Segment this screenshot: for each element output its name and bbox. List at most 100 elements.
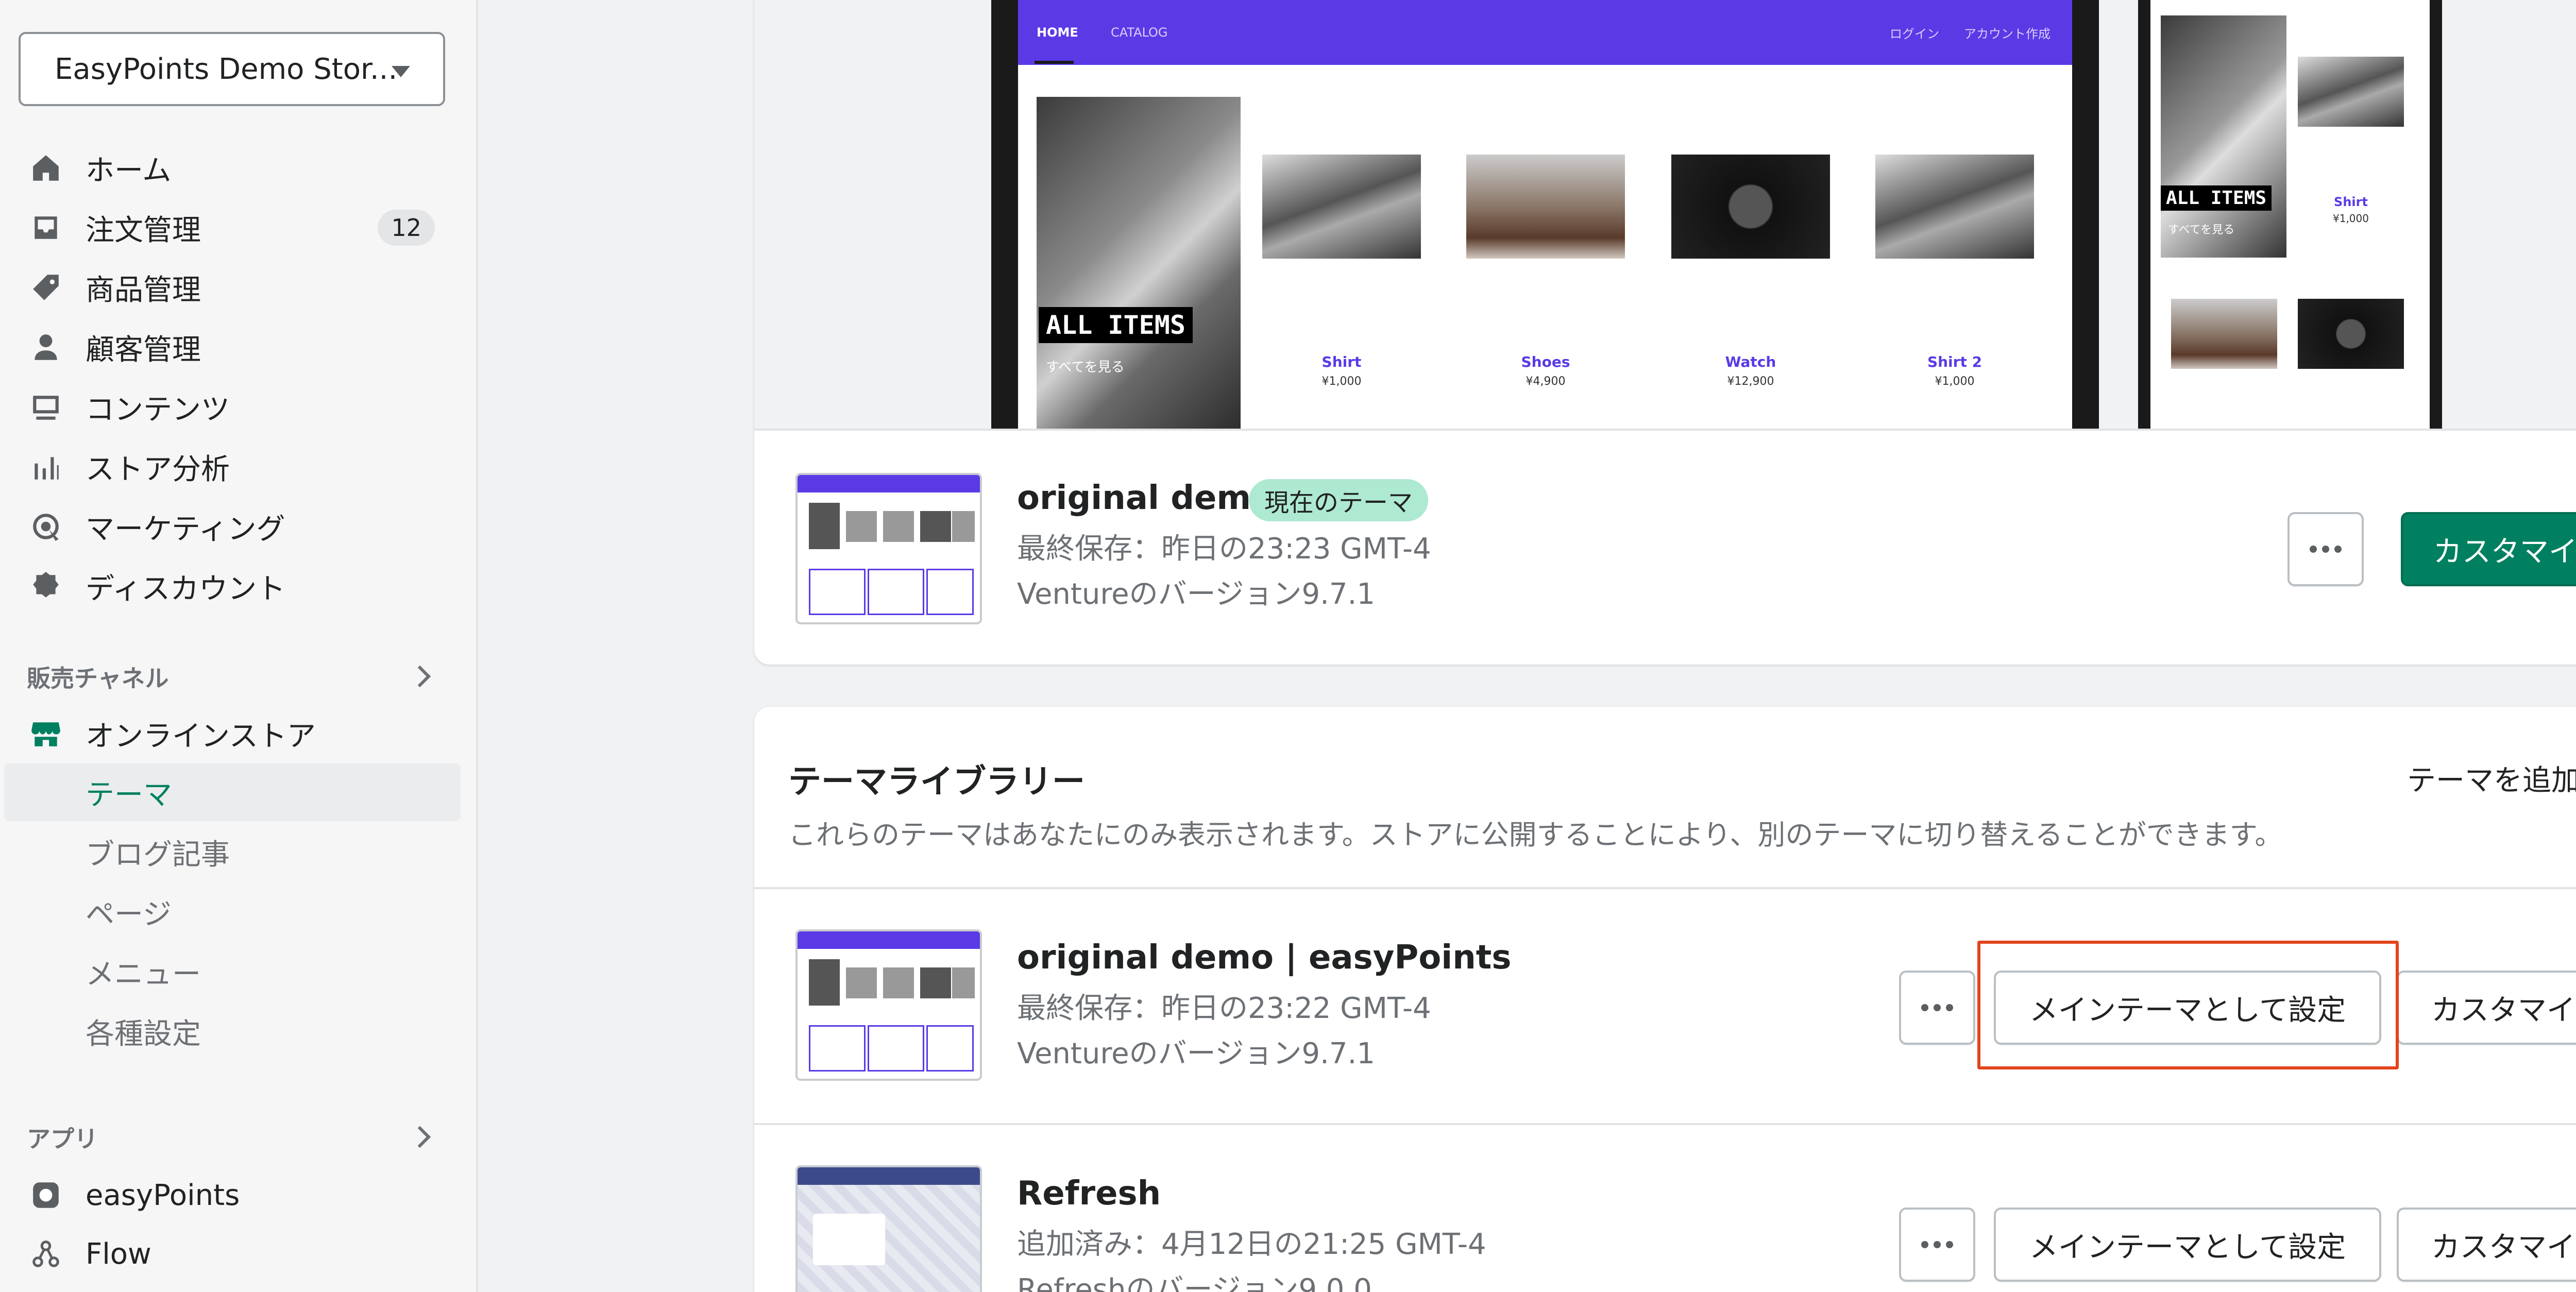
mobile-product-image xyxy=(2171,299,2277,369)
nav-label: コンテンツ xyxy=(86,393,230,427)
nav-item-analytics[interactable]: ストア分析 xyxy=(28,441,450,492)
app-label: Flow xyxy=(86,1237,151,1271)
add-theme-button[interactable]: テーマを追加 xyxy=(2407,757,2576,799)
nav-underline xyxy=(1035,61,1074,64)
mobile-preview: ALL ITEMS すべてを見る Shirt ¥1,000 xyxy=(2150,0,2430,429)
store-icon xyxy=(28,716,64,752)
product-image xyxy=(1875,155,2034,259)
divider xyxy=(754,887,2576,889)
theme-version: Refreshのバージョン9.0.0 xyxy=(1017,1273,1372,1292)
marketing-icon xyxy=(28,508,64,545)
content-icon xyxy=(28,389,64,425)
caret-down-icon xyxy=(392,66,410,77)
publish-button[interactable]: メインテーマとして設定 xyxy=(1994,1208,2381,1282)
sub-item-preferences[interactable]: 各種設定 xyxy=(86,1006,201,1057)
product-image xyxy=(1671,155,1830,259)
nav-label: ディスカウント xyxy=(86,572,286,606)
highlight-box xyxy=(1977,941,2399,1069)
product-price: ¥1,000 xyxy=(1321,375,1362,388)
product-name: Shoes xyxy=(1521,353,1570,370)
preview-nav-catalog: CATALOG xyxy=(1111,25,1168,40)
divider xyxy=(754,1123,2576,1125)
sidebar: EasyPoints Demo Stor... ホーム 注文管理 12 商品管理… xyxy=(0,0,478,1292)
sub-item-pages[interactable]: ページ xyxy=(86,886,172,938)
app-item-flow[interactable]: Flow xyxy=(28,1228,450,1280)
divider xyxy=(754,429,2576,431)
theme-thumbnail xyxy=(795,1165,982,1292)
more-horizontal-icon xyxy=(1921,1241,1953,1248)
nav-label: ストア分析 xyxy=(86,452,230,486)
more-actions-button[interactable] xyxy=(2287,512,2364,586)
product-image xyxy=(1466,155,1625,259)
mobile-hero-label: ALL ITEMS xyxy=(2161,185,2272,211)
discount-icon xyxy=(28,568,64,604)
nav-item-customers[interactable]: 顧客管理 xyxy=(28,321,450,373)
theme-last-saved: 最終保存：昨日の23:22 GMT-4 xyxy=(1017,992,1431,1025)
nav-label: 顧客管理 xyxy=(86,333,201,367)
product-price: ¥12,900 xyxy=(1727,375,1774,388)
customize-button[interactable]: カスタマイズ xyxy=(2397,1208,2576,1282)
more-horizontal-icon xyxy=(2310,546,2342,553)
inbox-icon xyxy=(28,210,64,246)
more-actions-button[interactable] xyxy=(1899,971,1975,1045)
mobile-product-image xyxy=(2298,57,2404,127)
preview-nav: HOME CATALOG ログイン アカウント作成 xyxy=(1018,0,2072,65)
apps-heading: アプリ xyxy=(27,1125,98,1153)
bar-chart-icon xyxy=(28,449,64,485)
store-name: EasyPoints Demo Stor... xyxy=(55,52,398,86)
tag-icon xyxy=(28,269,64,305)
library-title: テーマライブラリー xyxy=(788,763,1085,801)
nav-item-discounts[interactable]: ディスカウント xyxy=(28,560,450,612)
product-name: Shirt 2 xyxy=(1927,353,1982,370)
library-description: これらのテーマはあなたにのみ表示されます。ストアに公開することにより、別のテーマ… xyxy=(788,819,2283,851)
person-icon xyxy=(28,329,64,365)
orders-count-badge: 12 xyxy=(378,210,435,246)
theme-version: Ventureのバージョン9.7.1 xyxy=(1017,577,1375,611)
mobile-product-price: ¥1,000 xyxy=(2333,212,2369,225)
theme-version: Ventureのバージョン9.7.1 xyxy=(1017,1037,1375,1070)
customize-button[interactable]: カスタマイズ xyxy=(2401,512,2576,586)
mobile-hero-image: ALL ITEMS すべてを見る xyxy=(2161,15,2286,258)
product-image xyxy=(1262,155,1421,259)
nav-item-marketing[interactable]: マーケティング xyxy=(28,501,450,552)
customize-button[interactable]: カスタマイズ xyxy=(2397,971,2576,1045)
mobile-product-name: Shirt xyxy=(2334,195,2368,209)
sub-item-menus[interactable]: メニュー xyxy=(86,946,201,997)
chevron-right-icon[interactable] xyxy=(409,665,431,688)
app-item-easypoints[interactable]: easyPoints xyxy=(28,1169,450,1221)
add-theme-label: テーマを追加 xyxy=(2407,764,2576,797)
preview-nav-home: HOME xyxy=(1037,25,1078,40)
current-theme-card: HOME CATALOG ログイン アカウント作成 ALL ITEMS すべてを… xyxy=(754,0,2576,665)
nav-item-home[interactable]: ホーム xyxy=(28,142,450,194)
theme-preview-area: HOME CATALOG ログイン アカウント作成 ALL ITEMS すべてを… xyxy=(754,0,2576,429)
more-actions-button[interactable] xyxy=(1899,1208,1975,1282)
nav-item-products[interactable]: 商品管理 xyxy=(28,262,450,313)
product-name: Shirt xyxy=(1321,353,1362,370)
nav-label: ホーム xyxy=(86,154,172,188)
preview-nav-register: アカウント作成 xyxy=(1964,26,2050,41)
store-selector[interactable]: EasyPoints Demo Stor... xyxy=(19,32,445,106)
product-name: Watch xyxy=(1725,353,1776,370)
theme-added-date: 追加済み：4月12日の21:25 GMT-4 xyxy=(1017,1228,1486,1261)
desktop-preview: HOME CATALOG ログイン アカウント作成 ALL ITEMS すべてを… xyxy=(1018,0,2072,429)
mobile-hero-sub: すべてを見る xyxy=(2168,224,2235,236)
sub-item-blog-posts[interactable]: ブログ記事 xyxy=(86,826,230,878)
easypoints-icon xyxy=(28,1177,64,1213)
hero-sub: すべてを見る xyxy=(1046,360,1125,375)
preview-nav-login: ログイン xyxy=(1890,26,1939,41)
nav-label: 注文管理 xyxy=(86,213,201,247)
nav-item-content[interactable]: コンテンツ xyxy=(28,381,450,433)
nav-item-orders[interactable]: 注文管理 12 xyxy=(28,202,450,253)
theme-thumbnail xyxy=(795,473,982,624)
app-label: easyPoints xyxy=(86,1178,240,1212)
theme-name: original demo xyxy=(1017,479,1274,517)
nav-item-online-store[interactable]: オンラインストア xyxy=(28,708,450,759)
hero-image: ALL ITEMS すべてを見る xyxy=(1037,97,1241,429)
nav-label: マーケティング xyxy=(86,512,285,546)
nav-label: オンラインストア xyxy=(86,719,316,753)
product-price: ¥1,000 xyxy=(1935,375,1975,388)
sub-item-themes[interactable]: テーマ xyxy=(86,767,172,818)
product-price: ¥4,900 xyxy=(1526,375,1566,388)
chevron-right-icon[interactable] xyxy=(409,1126,431,1148)
sales-channels-heading: 販売チャネル xyxy=(27,665,169,692)
